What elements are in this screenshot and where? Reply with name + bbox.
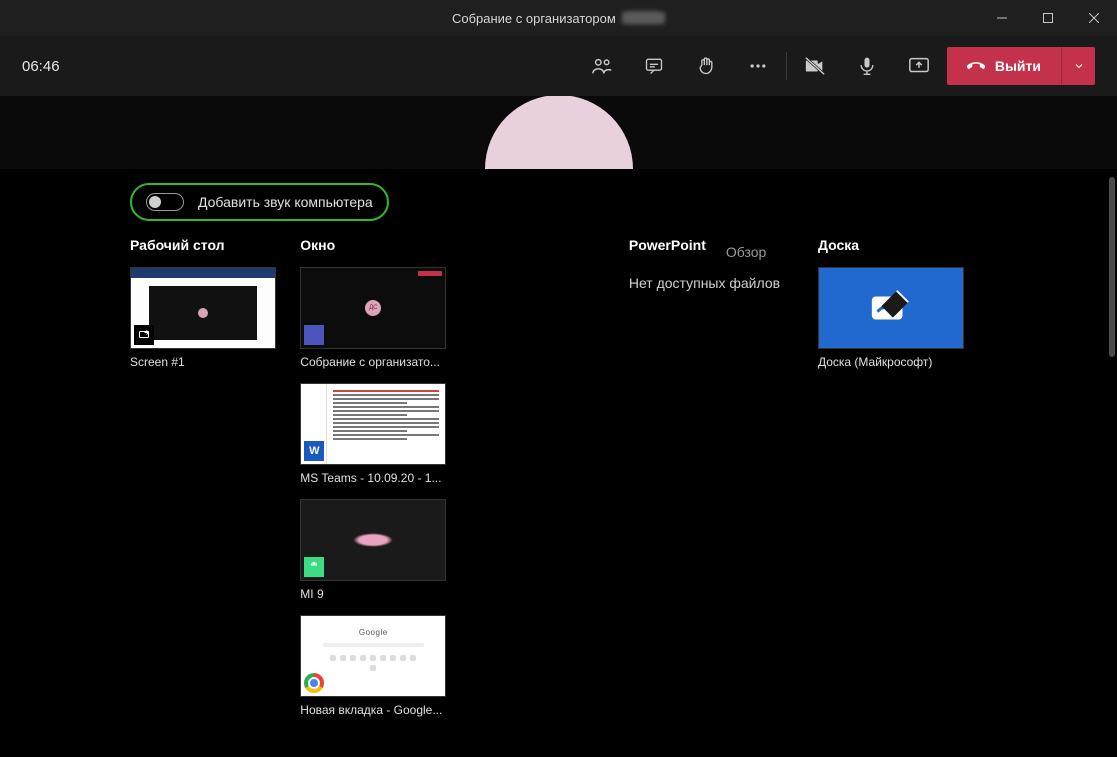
more-actions-icon[interactable] [746,54,770,78]
leave-label: Выйти [995,58,1041,74]
titlebar: Собрание с организатором ████ [0,0,1117,36]
share-screen-icon[interactable] [907,54,931,78]
camera-off-icon[interactable] [803,54,827,78]
audio-toggle-label: Добавить звук компьютера [198,194,373,210]
share-out-icon [134,325,154,345]
share-panel: Добавить звук компьютера Рабочий стол Sc… [0,169,1117,757]
chevron-down-icon [1073,60,1085,72]
window-header: Окно [300,237,601,253]
thumb-label: MS Teams - 10.09.20 - 1... [300,471,446,485]
participants-icon[interactable] [590,54,614,78]
minimize-button[interactable] [979,0,1025,36]
leave-dropdown-button[interactable] [1061,47,1095,85]
whiteboard-icon [868,285,914,331]
thumb-label: Доска (Майкрософт) [818,355,964,369]
video-area [0,96,1117,169]
phone-hangup-icon [967,57,985,75]
avatar-sm: ДС [365,300,381,316]
desktop-header: Рабочий стол [130,237,280,253]
raise-hand-icon[interactable] [694,54,718,78]
share-whiteboard[interactable]: Доска (Майкрософт) [818,267,964,369]
meeting-timer: 06:46 [22,58,60,75]
overview-link[interactable]: Обзор [726,244,766,260]
share-window-teams[interactable]: ДС Собрание с организато... [300,267,446,369]
share-window-chrome[interactable]: Google Новая вкладка - Google... [300,615,446,717]
powerpoint-header: PowerPoint [629,237,706,253]
leave-button[interactable]: Выйти [947,47,1061,85]
participant-avatar [485,96,633,169]
share-desktop-column: Рабочий стол Screen #1 [130,237,280,369]
title-prefix: Собрание с организатором [452,11,616,26]
teams-app-icon [304,325,324,345]
share-powerpoint-column: PowerPoint Обзор Нет доступных файлов [629,237,798,291]
share-board-column: Доска Доска (Майкрософт) [818,237,987,369]
word-app-icon: W [304,441,324,461]
scrollbar-thumb[interactable] [1109,177,1115,357]
share-window-android[interactable]: MI 9 [300,499,446,601]
thumb-label: Screen #1 [130,355,276,369]
thumb-label: Собрание с организато... [300,355,446,369]
board-header: Доска [818,237,987,253]
toolbar-divider [786,52,787,80]
chrome-app-icon [304,673,324,693]
toggle-knob [149,196,161,208]
share-window-word[interactable]: W MS Teams - 10.09.20 - 1... [300,383,446,485]
include-computer-audio-row[interactable]: Добавить звук компьютера [130,183,389,221]
share-window-column: Окно ДС Собрание с организато... [300,237,601,717]
window-title: Собрание с организатором ████ [452,11,665,26]
no-files-message: Нет доступных файлов [629,275,798,291]
close-button[interactable] [1071,0,1117,36]
thumb-label: Новая вкладка - Google... [300,703,446,717]
thumb-label: MI 9 [300,587,446,601]
scrollbar[interactable] [1107,169,1115,757]
organizer-name-blurred: ████ [622,12,665,24]
share-screen1[interactable]: Screen #1 [130,267,276,369]
meeting-toolbar: 06:46 [0,36,1117,96]
microphone-icon[interactable] [855,54,879,78]
maximize-button[interactable] [1025,0,1071,36]
chat-icon[interactable] [642,54,666,78]
google-logo-text: Google [359,628,388,637]
audio-toggle[interactable] [146,193,184,211]
android-app-icon [304,557,324,577]
